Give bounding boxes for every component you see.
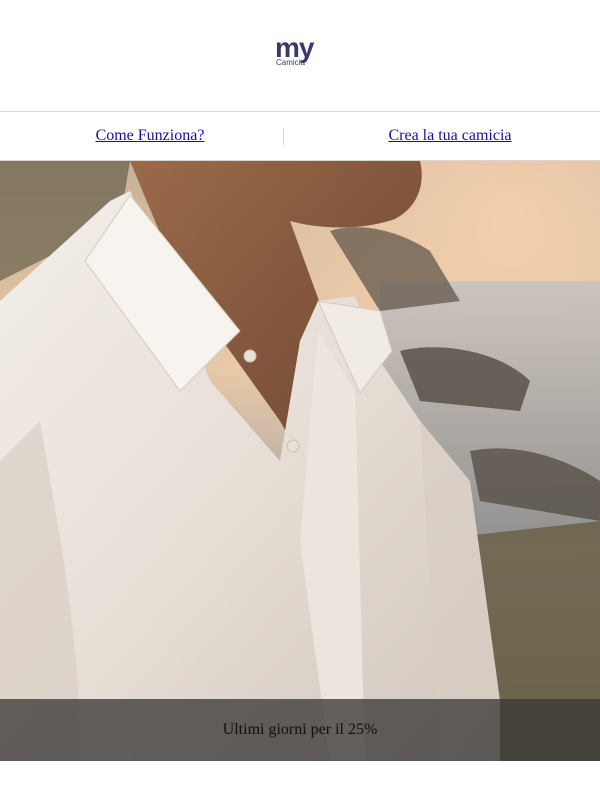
promo-banner-text: Ultimi giorni per il 25% — [222, 721, 378, 738]
crea-camicia-link[interactable]: Crea la tua camicia — [388, 127, 511, 144]
nav-divider — [283, 128, 284, 145]
logo-subtext: Camicia — [276, 58, 305, 67]
top-nav: Come Funziona? Crea la tua camicia — [0, 111, 600, 161]
hero-image[interactable]: Ultimi giorni per il 25% — [0, 161, 600, 761]
nav-item-crea-camicia: Crea la tua camicia — [300, 127, 600, 145]
hero-photo — [0, 161, 600, 761]
email-header: my Camicia — [0, 0, 600, 111]
mycamicia-logo[interactable]: my Camicia — [275, 34, 323, 72]
come-funziona-link[interactable]: Come Funziona? — [96, 127, 205, 144]
promo-banner[interactable]: Ultimi giorni per il 25% — [0, 699, 600, 761]
nav-item-come-funziona: Come Funziona? — [0, 127, 300, 145]
